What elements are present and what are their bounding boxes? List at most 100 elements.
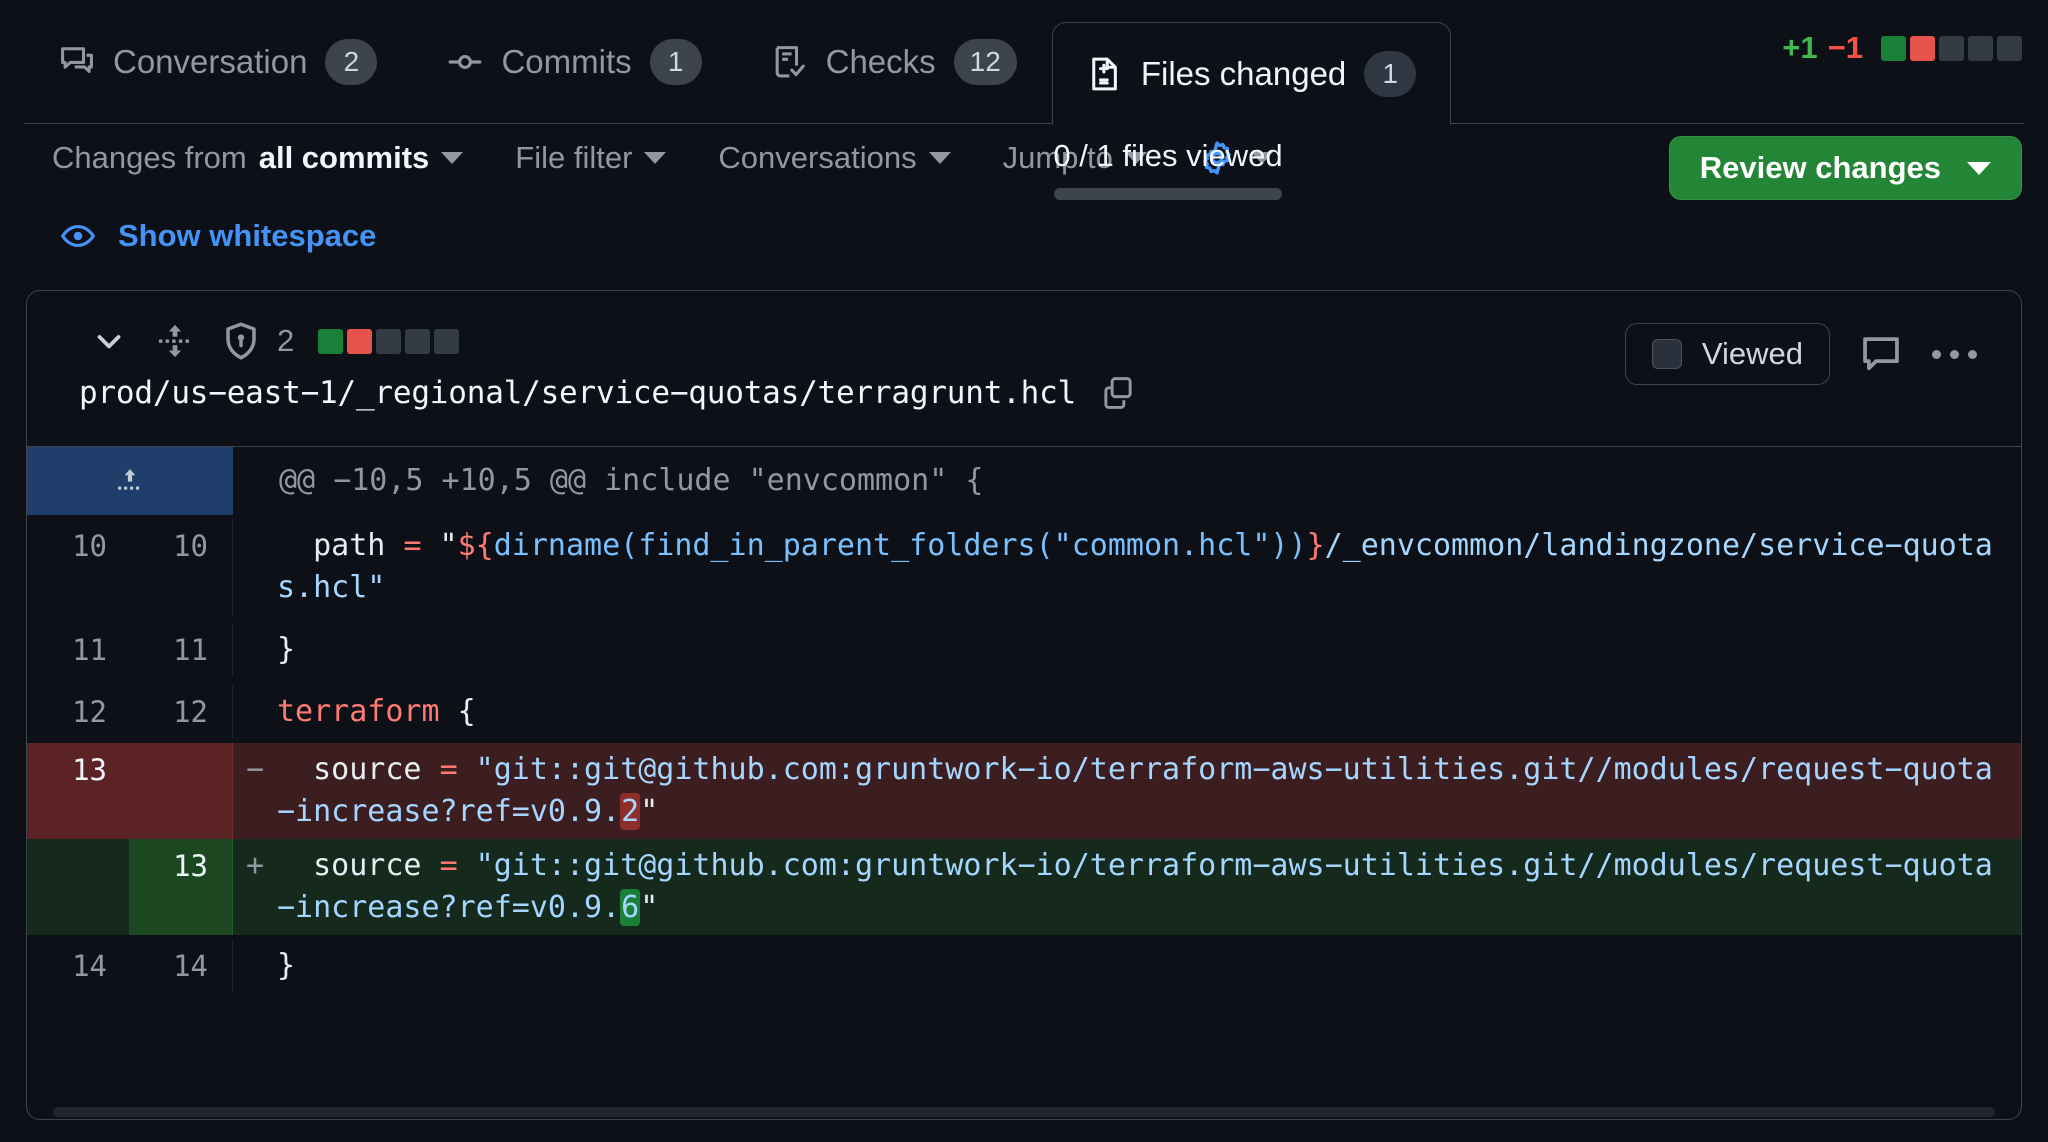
tab-checks[interactable]: Checks12 [737, 0, 1052, 124]
review-changes-button[interactable]: Review changes [1669, 136, 2022, 200]
conversations-dropdown[interactable]: Conversations [692, 140, 976, 176]
diff-stat-block [1910, 36, 1935, 61]
copy-icon[interactable] [1100, 375, 1136, 411]
diff-line-marker: − [233, 743, 277, 839]
shield-lock-icon [215, 315, 267, 367]
diff-line-addition[interactable]: 13+ source = "git::git@github.com:gruntw… [27, 839, 2021, 935]
diff-line-code: source = "git::git@github.com:gruntwork−… [277, 839, 2021, 935]
tab-commits[interactable]: Commits 1 [412, 0, 736, 124]
file-comment-count: 2 [277, 323, 294, 359]
new-line-number: 14 [129, 939, 233, 993]
old-line-number: 10 [27, 519, 129, 615]
diff-stat-block [1968, 36, 1993, 61]
diff-stat-block [347, 329, 372, 354]
code-token: } [277, 632, 295, 667]
diff-hunk-header-text: @@ −10,5 +10,5 @@ include "envcommon" { [233, 447, 2021, 515]
tab-files-changed[interactable]: Files changed1 [1052, 22, 1451, 125]
pr-tabs: Conversation2Commits1Checks12Files chang… [24, 0, 1451, 124]
code-token: } [1307, 528, 1325, 563]
new-line-number: 11 [129, 623, 233, 677]
tab-label: Files changed [1141, 55, 1346, 93]
chevron-down-icon [644, 152, 666, 164]
checklist-icon [772, 44, 808, 80]
chevron-down-icon [441, 152, 463, 164]
diff-line-context[interactable]: 1212terraform { [27, 681, 2021, 743]
tab-counter: 2 [325, 39, 377, 85]
tab-conversation[interactable]: Conversation 2 [24, 0, 412, 124]
files-viewed-progress: 0 / 1 files viewed [1018, 138, 1318, 200]
word-diff-highlight: 2 [620, 793, 640, 830]
tab-label: Conversation [113, 43, 307, 81]
old-line-number [27, 839, 129, 935]
changes-from-value: all commits [259, 140, 430, 176]
kebab-horizontal-icon[interactable] [1914, 350, 1995, 359]
code-token: "git::git@github.com:gruntwork−io/terraf… [277, 848, 1993, 925]
show-whitespace-label: Show whitespace [118, 218, 376, 254]
file-diff-header: 2 prod/us−east−1/_regional/service−quota… [27, 291, 2021, 446]
file-filter-label: File filter [515, 140, 632, 176]
pr-tab-bar: Conversation2Commits1Checks12Files chang… [0, 0, 2048, 124]
diff-line-marker [233, 623, 277, 677]
diff-line-deletion[interactable]: 13− source = "git::git@github.com:gruntw… [27, 743, 2021, 839]
changes-from-dropdown[interactable]: Changes from all commits [52, 140, 489, 176]
file-header-actions: Viewed [1625, 323, 1995, 385]
code-token: " [640, 794, 658, 829]
comment-icon[interactable] [1848, 323, 1914, 385]
horizontal-scrollbar[interactable] [53, 1107, 1995, 1117]
expand-hunk-up-button[interactable] [27, 447, 233, 515]
tab-bar-divider [24, 123, 2024, 124]
diff-line-context[interactable]: 1010 path = "${dirname(find_in_parent_fo… [27, 515, 2021, 619]
diff-stat-block [1997, 36, 2022, 61]
chevron-down-icon [929, 152, 951, 164]
diff-table: @@ −10,5 +10,5 @@ include "envcommon" { … [27, 446, 2021, 1119]
code-token: ${ [458, 528, 494, 563]
show-whitespace-link[interactable]: Show whitespace [60, 218, 376, 254]
code-token: source [277, 752, 440, 787]
files-viewed-label: 0 / 1 files viewed [1053, 138, 1282, 174]
diff-line-marker [233, 519, 277, 615]
viewed-checkbox[interactable]: Viewed [1625, 323, 1830, 385]
diff-line-context[interactable]: 1414} [27, 935, 2021, 997]
conversations-label: Conversations [718, 140, 916, 176]
diff-stat-block [434, 329, 459, 354]
old-line-number: 11 [27, 623, 129, 677]
collapse-file-button[interactable] [83, 315, 135, 367]
diff-toolbar: Changes from all commits File filter Con… [0, 124, 2048, 220]
file-diff-stat-blocks [318, 329, 459, 354]
file-path: prod/us−east−1/_regional/service−quotas/… [79, 375, 1076, 411]
diff-hunk-header-row: @@ −10,5 +10,5 @@ include "envcommon" { [27, 447, 2021, 515]
diff-stat-blocks [1881, 36, 2022, 61]
word-diff-highlight: 6 [620, 889, 640, 926]
unfold-icon[interactable] [149, 315, 201, 367]
code-token: path [313, 528, 403, 563]
changes-from-prefix: Changes from [52, 140, 247, 176]
code-token: terraform [277, 694, 440, 729]
additions-count: +1 [1782, 30, 1817, 66]
code-token: " [640, 890, 658, 925]
code-token: } [277, 948, 295, 983]
tab-label: Commits [501, 43, 631, 81]
diff-rows: 1010 path = "${dirname(find_in_parent_fo… [27, 515, 2021, 997]
code-token: "git::git@github.com:gruntwork−io/terraf… [277, 752, 1993, 829]
file-filter-dropdown[interactable]: File filter [489, 140, 692, 176]
old-line-number: 12 [27, 685, 129, 739]
code-token: = [440, 752, 458, 787]
diff-stat-block [1939, 36, 1964, 61]
git-commit-icon [447, 44, 483, 80]
file-path-row: prod/us−east−1/_regional/service−quotas/… [79, 375, 1136, 411]
file-diff-icon [1087, 56, 1123, 92]
diff-line-code: source = "git::git@github.com:gruntwork−… [277, 743, 2021, 839]
file-header-icons: 2 [83, 315, 459, 367]
tab-counter: 1 [650, 39, 702, 85]
diff-line-code: terraform { [277, 685, 2021, 739]
diff-line-code: path = "${dirname(find_in_parent_folders… [277, 519, 2021, 615]
code-token: = [403, 528, 421, 563]
review-changes-label: Review changes [1700, 150, 1941, 186]
viewed-checkbox-box[interactable] [1652, 339, 1682, 369]
pull-request-files-changed-page: Conversation2Commits1Checks12Files chang… [0, 0, 2048, 1142]
diff-line-marker [233, 685, 277, 739]
diff-line-context[interactable]: 1111} [27, 619, 2021, 681]
old-line-number: 14 [27, 939, 129, 993]
new-line-number: 10 [129, 519, 233, 615]
diff-line-marker [233, 939, 277, 993]
